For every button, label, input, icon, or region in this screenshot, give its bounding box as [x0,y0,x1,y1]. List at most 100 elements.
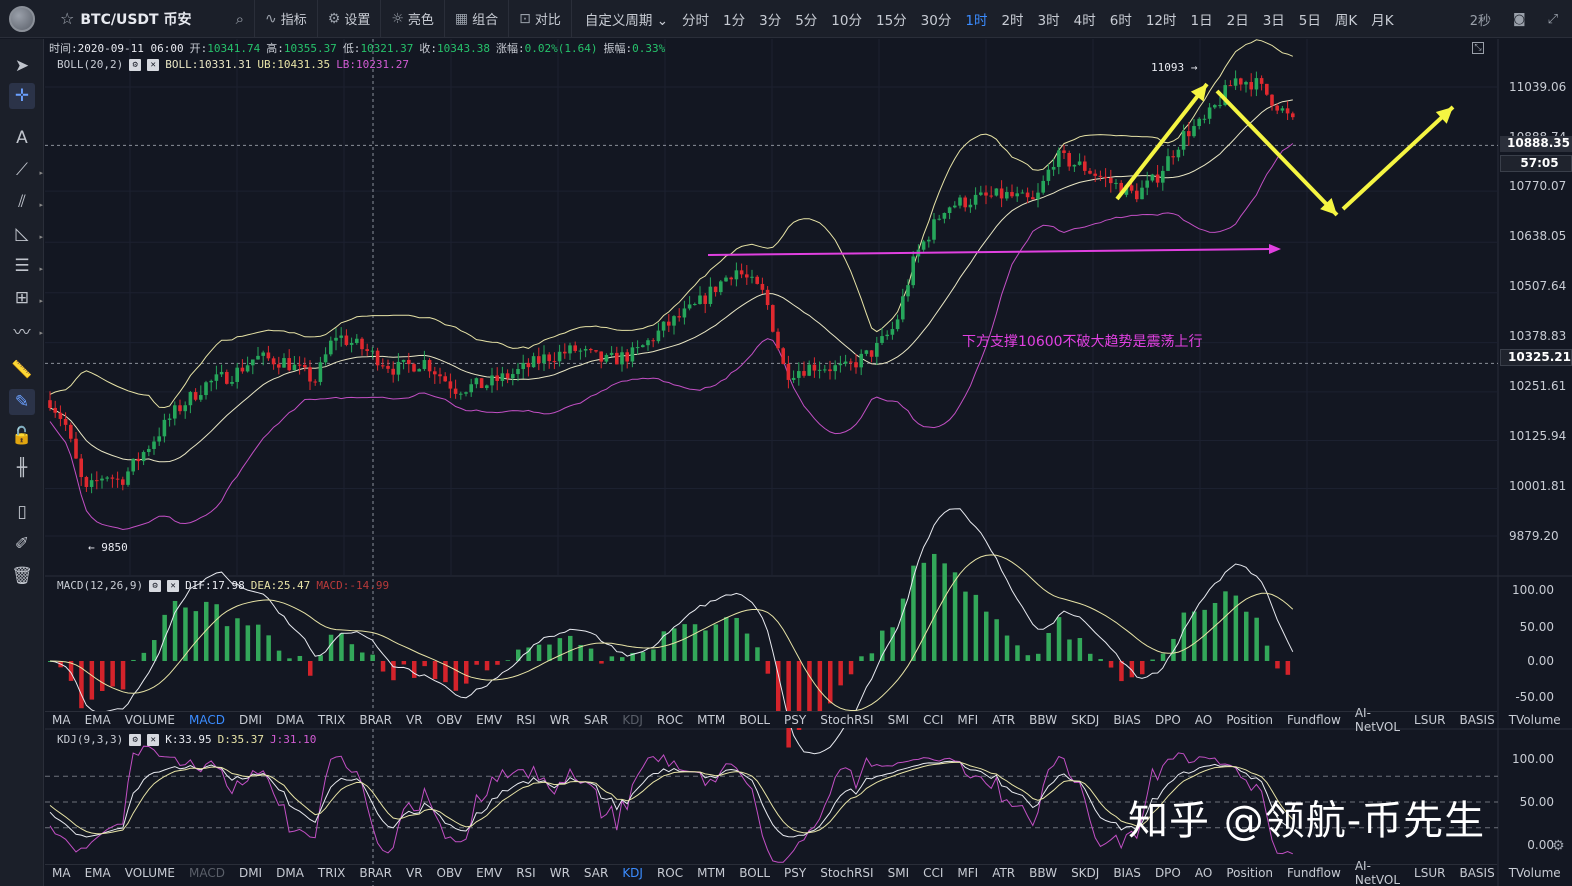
period-10[interactable]: 4时 [1067,9,1103,29]
indicator-tab-volume[interactable]: VOLUME [118,713,182,727]
indicator-tab-sar[interactable]: SAR [577,713,615,727]
close-icon[interactable]: ✕ [147,58,160,71]
indicator-tab-emv[interactable]: EMV [469,713,509,727]
indicator-tab-fundflow[interactable]: Fundflow [1280,713,1348,727]
refresh-interval[interactable]: 2秒 [1470,10,1491,29]
indicator-tab-roc[interactable]: ROC [650,866,690,880]
indicator-tab-obv[interactable]: OBV [430,866,470,880]
compare-button[interactable]: ⊡ 对比 [508,0,571,38]
period-16[interactable]: 5日 [1292,9,1328,29]
app-logo[interactable] [0,0,44,38]
fullscreen-icon[interactable]: ⤢ [1548,12,1558,27]
indicator-tab-brar[interactable]: BRAR [352,866,399,880]
indicator-tab-boll[interactable]: BOLL [732,866,777,880]
bookmark-icon[interactable]: ▯ [9,499,35,525]
indicator-tab-bbw[interactable]: BBW [1022,866,1064,880]
indicator-tab-mfi[interactable]: MFI [950,866,985,880]
period-4[interactable]: 10分 [824,9,869,29]
indicator-tab-sar[interactable]: SAR [577,866,615,880]
indicator-tab-skdj[interactable]: SKDJ [1064,713,1106,727]
indicator-tab-emv[interactable]: EMV [469,866,509,880]
indicator-button[interactable]: ∿ 指标 [254,0,317,38]
indicator-tab-psy[interactable]: PSY [777,866,813,880]
indicator-tab-position[interactable]: Position [1219,866,1280,880]
indicator-tab-mfi[interactable]: MFI [950,713,985,727]
cursor-arrow-icon[interactable]: ➤ [9,53,35,79]
indicator-tab-brar[interactable]: BRAR [352,713,399,727]
edit-chart-icon[interactable]: ✐ [9,531,35,557]
period-2[interactable]: 3分 [752,9,788,29]
wave-pattern-icon[interactable]: 〰 ▸ [9,317,44,343]
chart-canvas[interactable] [45,39,1572,886]
indicator-tab-bias[interactable]: BIAS [1106,713,1148,727]
period-9[interactable]: 3时 [1031,9,1067,29]
indicator-tab-kdj[interactable]: KDJ [615,713,650,727]
symbol-selector[interactable]: ☆ BTC/USDT 币安 ⌕ [44,9,254,29]
period-6[interactable]: 30分 [914,9,959,29]
indicator-tab-lsur[interactable]: LSUR [1407,713,1452,727]
indicator-tab-ai-netvol[interactable]: AI-NetVOL [1348,706,1407,734]
period-15[interactable]: 3日 [1256,9,1292,29]
indicator-tab-basis[interactable]: BASIS [1452,713,1501,727]
favorite-star-icon[interactable]: ☆ [60,9,74,28]
indicator-tab-ema[interactable]: EMA [78,866,118,880]
indicator-tab-wr[interactable]: WR [543,713,577,727]
indicator-tab-rsi[interactable]: RSI [509,713,543,727]
indicator-tab-trix[interactable]: TRIX [311,866,352,880]
indicator-tab-psy[interactable]: PSY [777,713,813,727]
indicator-tab-ftbs[interactable]: FTBS [1568,713,1572,727]
indicator-tab-dma[interactable]: DMA [269,713,311,727]
trash-icon[interactable]: 🗑 [9,563,35,589]
period-7[interactable]: 1时 [958,9,994,29]
crosshair-icon[interactable]: ✛ [9,83,35,109]
indicator-tab-smi[interactable]: SMI [881,866,917,880]
period-8[interactable]: 2时 [994,9,1030,29]
indicator-tab-dmi[interactable]: DMI [232,713,269,727]
indicator-tab-atr[interactable]: ATR [985,866,1022,880]
period-12[interactable]: 12时 [1139,9,1184,29]
indicator-settings-icon[interactable]: ⚙ [129,58,142,71]
fib-tool-icon[interactable]: ⫽ ▸ [9,189,43,215]
indicator-tab-ma[interactable]: MA [45,713,78,727]
indicator-tab-fundflow[interactable]: Fundflow [1280,866,1348,880]
indicator-tab-cci[interactable]: CCI [916,866,950,880]
indicator-tab-mtm[interactable]: MTM [690,713,732,727]
period-18[interactable]: 月K [1364,9,1400,29]
indicator-tab-skdj[interactable]: SKDJ [1064,866,1106,880]
combo-button[interactable]: ▦ 组合 [443,0,508,38]
indicator-tab-ema[interactable]: EMA [78,713,118,727]
close-icon[interactable]: ✕ [147,733,160,746]
indicator-settings-icon[interactable]: ⚙ [129,733,142,746]
indicator-tab-mtm[interactable]: MTM [690,866,732,880]
period-13[interactable]: 1日 [1184,9,1220,29]
indicator-tab-dpo[interactable]: DPO [1148,713,1188,727]
indicator-tab-kdj[interactable]: KDJ [615,866,650,880]
brush-icon[interactable]: ✎ [9,389,35,415]
indicator-settings-icon[interactable]: ⚙ [149,579,162,592]
indicator-tab-tvolume[interactable]: TVolume [1502,713,1568,727]
indicator-tab-rsi[interactable]: RSI [509,866,543,880]
close-icon[interactable]: ✕ [167,579,180,592]
indicator-tab-smi[interactable]: SMI [881,713,917,727]
indicator-tab-stochrsi[interactable]: StochRSI [813,713,880,727]
indicator-tab-stochrsi[interactable]: StochRSI [813,866,880,880]
candles-visibility-icon[interactable]: ╫ [9,455,35,481]
indicator-tab-ai-netvol[interactable]: AI-NetVOL [1348,859,1407,886]
indicator-tab-bbw[interactable]: BBW [1022,713,1064,727]
indicator-tab-ao[interactable]: AO [1188,866,1219,880]
indicator-tab-dma[interactable]: DMA [269,866,311,880]
indicator-tab-lsur[interactable]: LSUR [1407,866,1452,880]
camera-icon[interactable]: ◙ [1513,12,1526,27]
indicator-tab-macd[interactable]: MACD [182,866,232,880]
indicator-tab-macd[interactable]: MACD [182,713,232,727]
custom-period-dropdown[interactable]: 自定义周期 ⌄ [578,9,675,29]
triangle-tool-icon[interactable]: ◺ ▸ [9,221,43,247]
parallel-lines-icon[interactable]: ☰ ▸ [9,253,43,279]
indicator-tab-basis[interactable]: BASIS [1452,866,1501,880]
lock-icon[interactable]: 🔓 [9,423,35,449]
indicator-tab-roc[interactable]: ROC [650,713,690,727]
settings-button[interactable]: ⚙ 设置 [316,0,381,38]
indicator-tab-dpo[interactable]: DPO [1148,866,1188,880]
indicator-tab-wr[interactable]: WR [543,866,577,880]
period-17[interactable]: 周K [1328,9,1364,29]
